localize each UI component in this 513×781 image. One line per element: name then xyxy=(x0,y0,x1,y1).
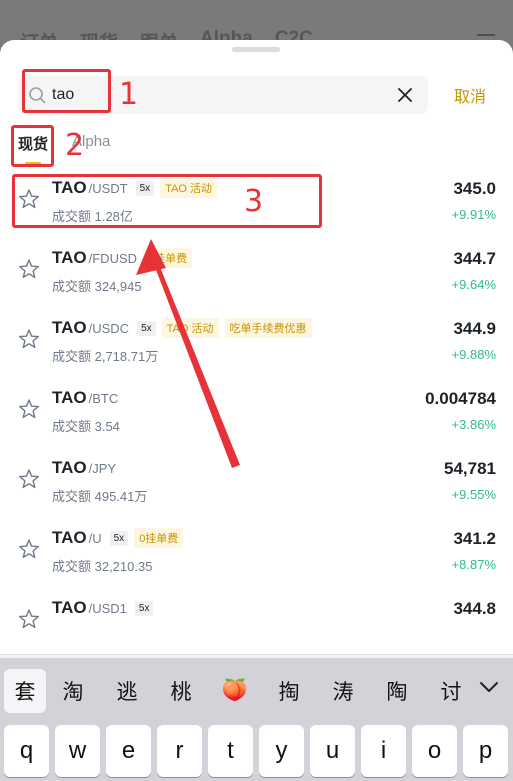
candidate-bar: 套淘逃桃 🍑 掏涛陶讨 xyxy=(0,658,513,723)
quote-asset: /USDC xyxy=(88,320,130,336)
cancel-button[interactable]: 取消 xyxy=(454,83,486,107)
leverage-badge: 5x xyxy=(134,600,154,616)
market-row[interactable]: TAO/USD1 5x 344.8 xyxy=(0,590,513,660)
promo-tag: 0挂单费 xyxy=(143,248,193,268)
change-percent: +9.64% xyxy=(451,277,496,292)
star-icon[interactable] xyxy=(18,468,40,490)
star-icon[interactable] xyxy=(18,608,40,630)
trading-pair: TAO/FDUSD 0挂单费 xyxy=(52,248,193,268)
candidate-word[interactable]: 逃 xyxy=(100,669,154,713)
trading-pair: TAO/JPY xyxy=(52,458,116,478)
change-percent: +9.88% xyxy=(451,347,496,362)
key-r[interactable]: r xyxy=(157,725,202,777)
change-percent: +8.87% xyxy=(451,557,496,572)
market-row[interactable]: TAO/BTC 成交额 3.54 0.004784 +3.86% xyxy=(0,380,513,450)
quote-asset: /U xyxy=(88,530,102,546)
key-y[interactable]: y xyxy=(259,725,304,777)
key-u[interactable]: u xyxy=(310,725,355,777)
market-row[interactable]: TAO/U 5x 0挂单费成交额 32,210.35 341.2 +8.87% xyxy=(0,520,513,590)
promo-tag: 吃单手续费优惠 xyxy=(224,318,312,338)
annotation-number-1: 1 xyxy=(119,77,139,112)
trading-pair: TAO/USD1 5x xyxy=(52,598,154,618)
keyboard-row: qwertyuiop xyxy=(0,723,513,781)
quote-asset: /USD1 xyxy=(88,600,127,616)
candidate-word[interactable]: 涛 xyxy=(316,669,370,713)
candidate-word[interactable]: 🍑 xyxy=(208,669,262,713)
change-percent: +3.86% xyxy=(451,417,496,432)
candidate-word[interactable]: 掏 xyxy=(262,669,316,713)
star-icon[interactable] xyxy=(18,258,40,280)
price-text: 54,781 xyxy=(444,459,496,478)
volume-text: 成交额 495.41万 xyxy=(52,489,148,504)
annotation-number-2: 2 xyxy=(65,128,85,163)
change-percent: +9.91% xyxy=(451,207,496,222)
base-asset: TAO xyxy=(52,248,87,267)
quote-asset: /JPY xyxy=(88,460,117,476)
candidate-word[interactable]: 淘 xyxy=(46,669,100,713)
leverage-badge: 5x xyxy=(109,530,129,546)
base-asset: TAO xyxy=(52,388,87,407)
base-asset: TAO xyxy=(52,318,87,337)
price-text: 344.7 xyxy=(453,249,496,268)
promo-tag: TAO 活动 xyxy=(161,318,219,338)
annotation-box-2 xyxy=(11,125,54,167)
key-t[interactable]: t xyxy=(208,725,253,777)
key-p[interactable]: p xyxy=(463,725,508,777)
market-row[interactable]: TAO/JPY 成交额 495.41万 54,781 +9.55% xyxy=(0,450,513,520)
star-icon[interactable] xyxy=(18,538,40,560)
price-text: 344.9 xyxy=(453,319,496,338)
price-text: 0.004784 xyxy=(425,389,496,408)
key-e[interactable]: e xyxy=(106,725,151,777)
annotation-box-1 xyxy=(22,69,111,113)
volume-text: 成交额 2,718.71万 xyxy=(52,349,159,364)
annotation-number-3: 3 xyxy=(244,184,264,219)
clear-icon[interactable] xyxy=(396,86,414,104)
promo-tag: 0挂单费 xyxy=(134,528,184,548)
price-text: 344.8 xyxy=(453,599,496,618)
volume-text: 成交额 32,210.35 xyxy=(52,559,153,574)
star-icon[interactable] xyxy=(18,328,40,350)
annotation-box-3 xyxy=(12,174,322,228)
market-list: TAO/USDT 5x TAO 活动 成交额 1.28亿 345.0 +9.91% TAO /… xyxy=(0,170,513,660)
market-row[interactable]: TAO/USDC 5x TAO 活动 吃单手续费优惠成交额 2,718.71万 344.… xyxy=(0,310,513,380)
key-o[interactable]: o xyxy=(412,725,457,777)
quote-asset: /FDUSD xyxy=(88,250,138,266)
sheet-grabber[interactable] xyxy=(232,47,280,52)
change-percent: +9.55% xyxy=(451,487,496,502)
volume-text: 成交额 324,945 xyxy=(52,279,142,294)
price-text: 341.2 xyxy=(453,529,496,548)
base-asset: TAO xyxy=(52,458,87,477)
trading-pair: TAO/USDC 5x TAO 活动 吃单手续费优惠 xyxy=(52,318,312,338)
base-asset: TAO xyxy=(52,528,87,547)
candidate-word[interactable]: 桃 xyxy=(154,669,208,713)
trading-pair: TAO/BTC xyxy=(52,388,118,408)
leverage-badge: 5x xyxy=(137,320,156,336)
key-i[interactable]: i xyxy=(361,725,406,777)
key-q[interactable]: q xyxy=(4,725,49,777)
base-asset: TAO xyxy=(52,598,87,617)
candidate-word[interactable]: 陶 xyxy=(370,669,424,713)
price-text: 345.0 xyxy=(453,179,496,198)
key-w[interactable]: w xyxy=(55,725,100,777)
market-row[interactable]: TAO/FDUSD 0挂单费 成交额 324,945 344.7 +9.64% xyxy=(0,240,513,310)
chevron-down-icon[interactable] xyxy=(479,680,499,694)
trading-pair: TAO/U 5x 0挂单费 xyxy=(52,528,184,548)
star-icon[interactable] xyxy=(18,398,40,420)
candidate-word[interactable]: 套 xyxy=(4,668,46,713)
quote-asset: /BTC xyxy=(88,390,119,406)
volume-text: 成交额 3.54 xyxy=(52,419,120,434)
candidate-word[interactable]: 讨 xyxy=(424,669,478,713)
